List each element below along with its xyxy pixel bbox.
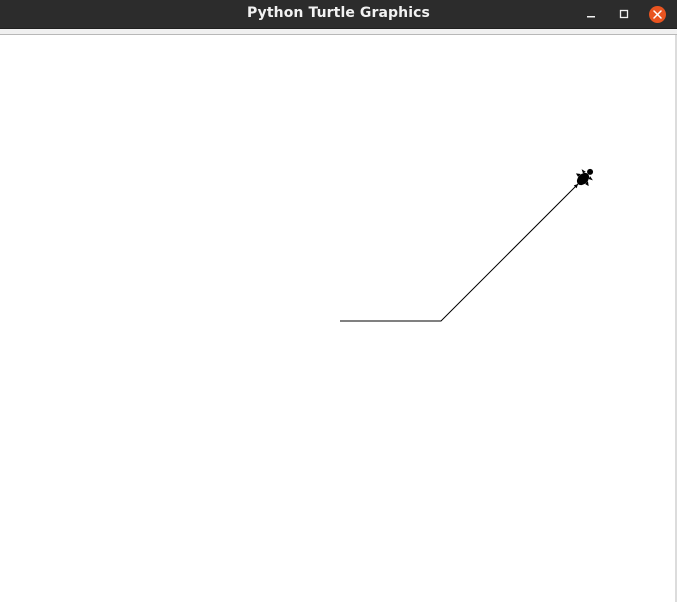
maximize-icon [619, 9, 629, 19]
minimize-icon [587, 16, 595, 18]
turtle-canvas[interactable] [0, 35, 675, 602]
close-icon [652, 9, 662, 19]
minimize-button[interactable] [581, 4, 601, 24]
close-button-circle [648, 5, 666, 23]
turtle-window: Python Turtle Graphics [0, 0, 677, 602]
title-bar[interactable]: Python Turtle Graphics [0, 0, 677, 29]
turtle-path [340, 178, 584, 322]
drawing-surface [340, 168, 594, 322]
window-title: Python Turtle Graphics [247, 5, 430, 21]
maximize-button[interactable] [614, 4, 634, 24]
close-button[interactable] [647, 4, 667, 24]
